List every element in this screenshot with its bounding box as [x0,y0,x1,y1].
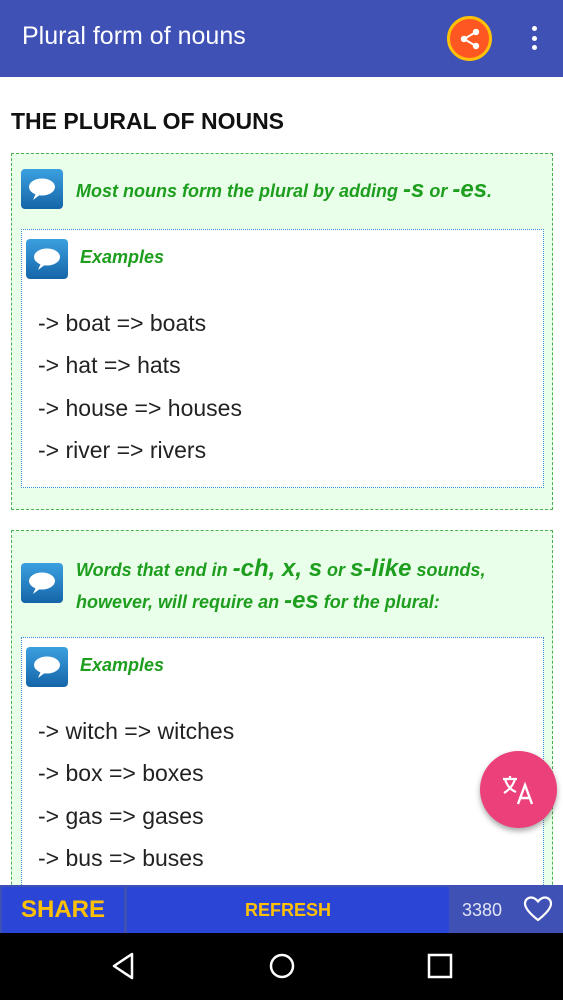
share-button[interactable]: SHARE [2,887,124,933]
examples-box: Examples -> witch => witches -> box => b… [21,637,544,885]
page-heading: THE PLURAL OF NOUNS [11,108,285,134]
speech-bubble-icon [21,563,63,603]
more-vert-icon[interactable] [522,20,546,56]
rule-card: Most nouns form the plural by adding -s … [11,153,553,510]
example-item: -> bus => buses [38,845,204,871]
app-bar: Plural form of nouns [0,0,563,77]
app-title: Plural form of nouns [22,22,246,50]
example-item: -> witch => witches [38,718,235,744]
heart-outline-icon[interactable] [523,895,553,928]
bottom-bar: SHARE REFRESH 3380 [0,885,563,933]
examples-label: Examples [80,247,165,267]
speech-bubble-icon [21,169,63,209]
example-item: -> hat => hats [38,352,181,378]
examples-label: Examples [80,655,165,675]
rule-text-line2: however, will require an -es for the plu… [76,587,440,614]
system-nav-bar [0,933,563,1000]
example-item: -> house => houses [38,395,242,421]
recents-icon[interactable] [426,951,454,986]
translate-fab[interactable] [480,751,557,828]
rule-text: Most nouns form the plural by adding -s … [76,176,493,203]
translate-icon [502,775,533,804]
speech-bubble-icon [26,239,68,279]
example-item: -> river => rivers [38,437,207,463]
speech-bubble-icon [26,647,68,687]
share-icon[interactable] [447,16,492,61]
example-item: -> gas => gases [38,803,204,829]
example-item: -> boat => boats [38,310,207,336]
likes-count: 3380 [462,900,503,920]
examples-box: Examples -> boat => boats -> hat => hats… [21,229,544,488]
rule-text: Words that end in -ch, x, s or s-like so… [76,555,486,582]
home-icon[interactable] [267,951,297,986]
rule-card: Words that end in -ch, x, s or s-like so… [11,530,553,885]
back-icon[interactable] [110,951,138,986]
example-item: -> box => boxes [38,760,204,786]
content-scroll[interactable]: THE PLURAL OF NOUNS Most nouns form the … [0,77,563,885]
refresh-button[interactable]: REFRESH [127,887,449,933]
